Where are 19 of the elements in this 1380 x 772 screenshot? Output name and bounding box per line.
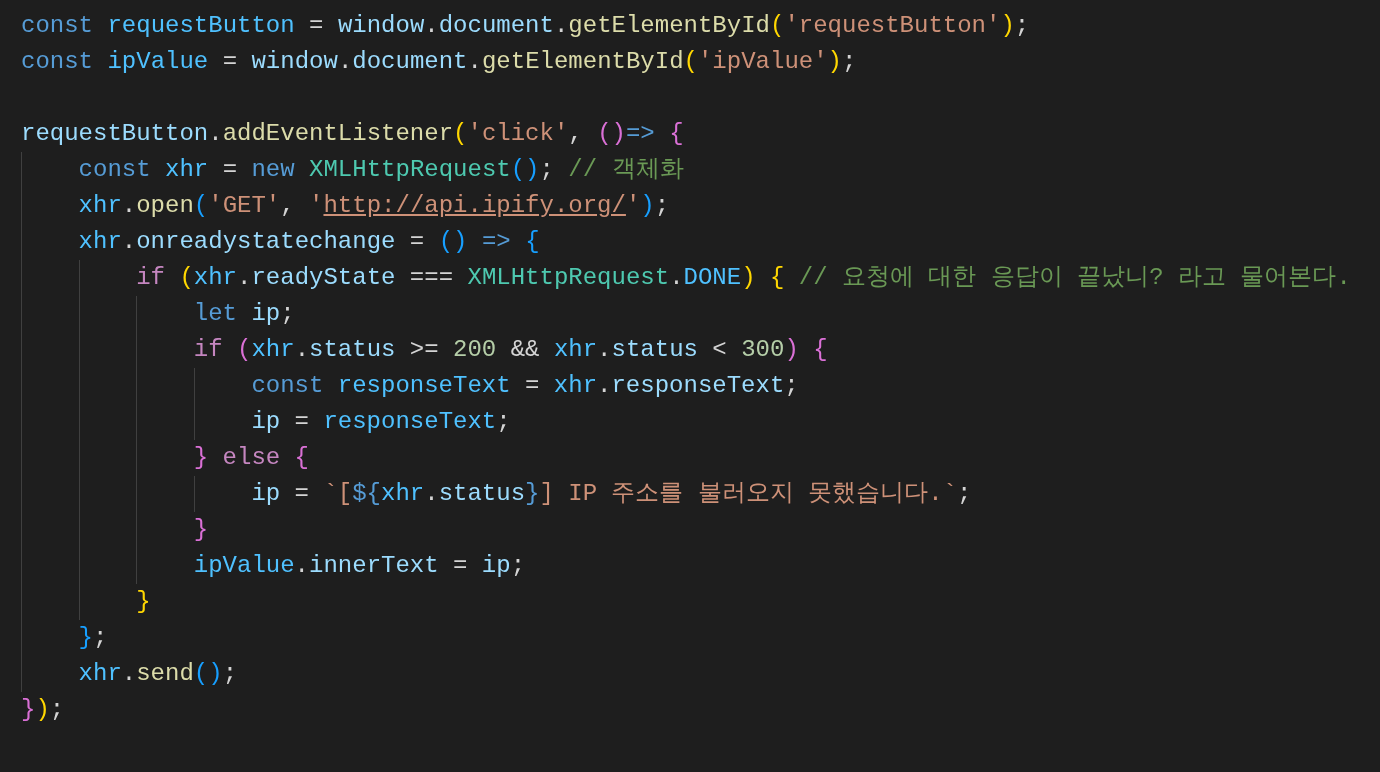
code-line: }; [78,623,108,653]
code-line: if (xhr.status >= 200 && xhr.status < 300) { [193,335,828,365]
code-line: } [136,587,151,617]
code-line: const ipValue = window.document.getElementById('ipValue'); [21,47,857,77]
code-line: ip = responseText; [251,407,511,437]
code-line: ipValue.innerText = ip; [193,551,526,581]
code-line: requestButton.addEventListener('click', ()=> { [21,119,684,149]
code-line: }); [21,695,65,725]
code-line: ip = `[${xhr.status}] IP 주소를 불러오지 못했습니다.`; [251,479,972,509]
code-line: let ip; [193,299,295,329]
code-line: } else { [193,443,309,473]
code-line: } [193,515,209,545]
code-line: xhr.send(); [78,659,238,689]
code-line: xhr.onreadystatechange = () => { [78,227,540,257]
code-line: const xhr = new XMLHttpRequest(); // 객체화 [78,155,684,185]
code-line: if (xhr.readyState === XMLHttpRequest.DONE) { // 요청에 대한 응답이 끝났니? 라고 물어본다. [136,263,1351,293]
code-line: const requestButton = window.document.getElementById('requestButton'); [21,11,1030,41]
code-line: xhr.open('GET', 'http://api.ipify.org/'); [78,191,670,221]
code-line: const responseText = xhr.responseText; [251,371,799,401]
